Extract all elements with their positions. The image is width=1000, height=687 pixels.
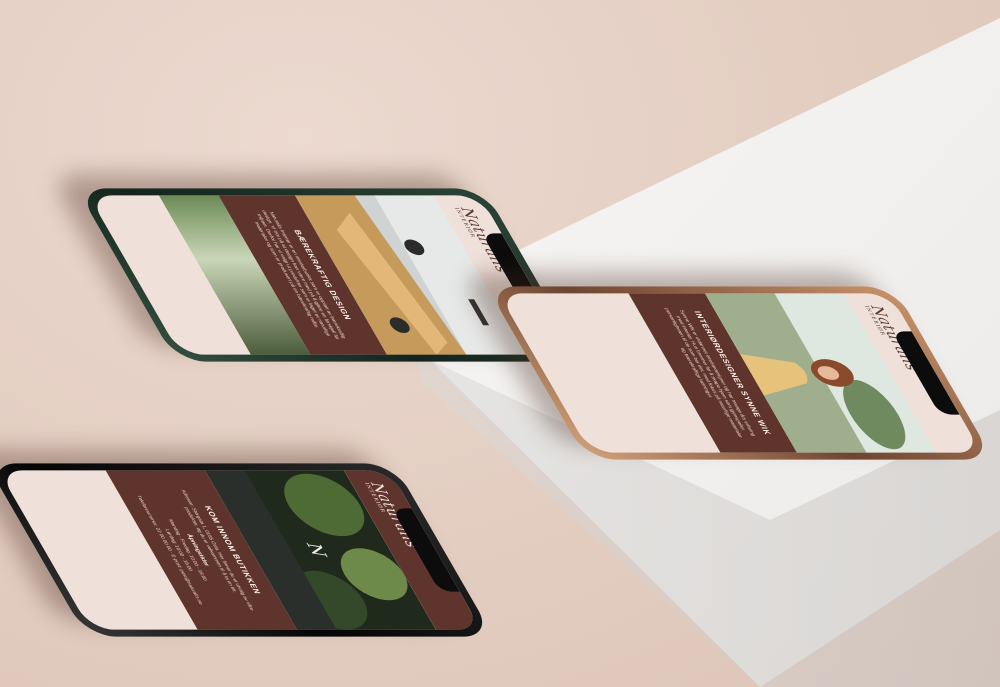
mockup-scene: Naturalis INTERIØR BÆREKRAFTIG DESIGN Na… [0,0,1000,687]
